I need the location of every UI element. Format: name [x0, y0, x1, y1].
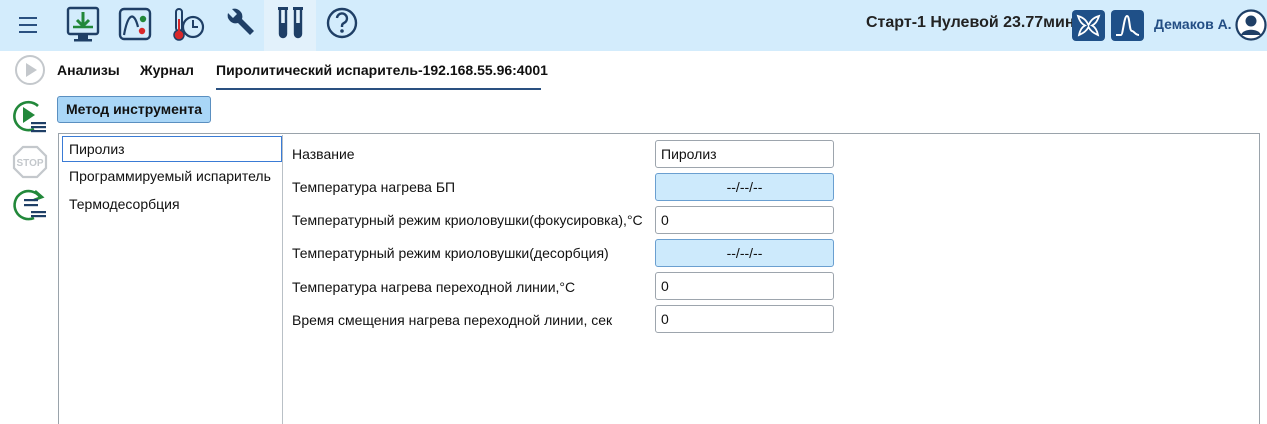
test-tubes-button[interactable]	[264, 0, 316, 51]
left-toolbar: STOP	[0, 51, 56, 424]
tab-analyses[interactable]: Анализы	[57, 62, 120, 78]
thermometer-clock-icon	[173, 8, 205, 41]
nav-item-thermodesorption[interactable]: Термодесорбция	[62, 191, 283, 217]
form-label-bp-temperature: Температура нагрева БП	[292, 179, 456, 195]
repeat-queue-button[interactable]	[12, 187, 48, 223]
chart-curve-button[interactable]	[108, 0, 160, 51]
hamburger-menu-icon[interactable]	[14, 11, 44, 39]
play-disabled-icon	[15, 55, 45, 85]
nav-item-pyrolysis[interactable]: Пиролиз	[62, 136, 282, 162]
play-list-icon	[13, 100, 46, 133]
cryotrap-focusing-field[interactable]: 0	[655, 206, 834, 234]
form-label-cryotrap-desorption: Температурный режим криоловушки(десорбци…	[292, 245, 609, 261]
form-label-cryotrap-focusing: Температурный режим криоловушки(фокусиро…	[292, 212, 643, 228]
form-label-transfer-line-temperature: Температура нагрева переходной линии,°C	[292, 279, 576, 295]
instrument-method-button[interactable]: Метод инструмента	[57, 96, 211, 123]
chart-curve-icon	[118, 7, 152, 41]
help-icon	[326, 7, 358, 39]
name-field[interactable]: Пиролиз	[655, 140, 834, 168]
butterfly-icon	[1076, 14, 1101, 37]
svg-text:STOP: STOP	[16, 158, 43, 169]
chromatogram-peak-icon	[1116, 14, 1140, 36]
transfer-line-offset-field[interactable]: 0	[655, 305, 834, 333]
stop-disabled-icon: STOP	[12, 145, 48, 179]
active-tab-indicator	[216, 88, 541, 90]
user-avatar-icon	[1235, 9, 1267, 41]
user-name[interactable]: Демаков А.	[1154, 16, 1232, 32]
transfer-line-temperature-field[interactable]: 0	[655, 272, 834, 300]
cryotrap-desorption-program-button[interactable]: --/--/--	[655, 239, 834, 267]
tab-journal[interactable]: Журнал	[140, 62, 194, 78]
stop-disabled-button[interactable]: STOP	[12, 144, 48, 180]
help-button[interactable]	[316, 0, 368, 51]
butterfly-button[interactable]	[1072, 10, 1105, 41]
chromatogram-button[interactable]	[1111, 10, 1144, 41]
method-nav-list: Пиролиз Программируемый испаритель Термо…	[62, 135, 283, 424]
nav-item-programmable-evaporator[interactable]: Программируемый испаритель	[62, 163, 283, 189]
thermometer-clock-button[interactable]	[160, 0, 212, 51]
bp-temperature-program-button[interactable]: --/--/--	[655, 173, 834, 201]
top-bar: Старт-1 Нулевой 23.77мин Демаков А.	[0, 0, 1267, 51]
play-disabled-button[interactable]	[14, 54, 46, 86]
form-label-transfer-line-offset: Время смещения нагрева переходной линии,…	[292, 312, 613, 328]
test-tubes-icon	[278, 7, 303, 39]
wrench-icon	[227, 8, 254, 35]
refresh-list-icon	[13, 189, 46, 221]
monitor-download-icon	[66, 6, 100, 42]
user-avatar[interactable]	[1235, 8, 1267, 42]
start-queue-button[interactable]	[12, 98, 48, 134]
form-label-name: Название	[292, 146, 355, 162]
wrench-button[interactable]	[212, 0, 264, 51]
monitor-download-button[interactable]	[56, 0, 108, 51]
tab-pyrolytic-evaporator[interactable]: Пиролитический испаритель-192.168.55.96:…	[216, 62, 548, 78]
run-status-text: Старт-1 Нулевой 23.77мин	[866, 14, 1075, 31]
